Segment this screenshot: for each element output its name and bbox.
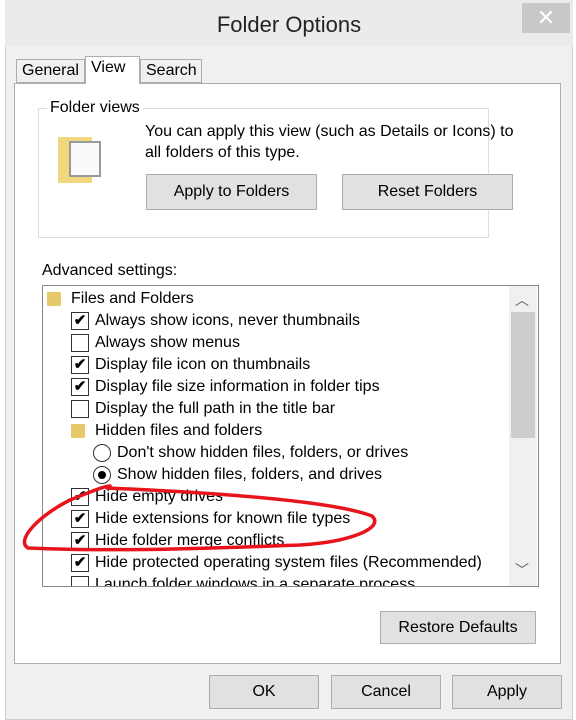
tab-view[interactable]: View [85, 56, 140, 84]
red-annotation-circle [22, 484, 377, 552]
